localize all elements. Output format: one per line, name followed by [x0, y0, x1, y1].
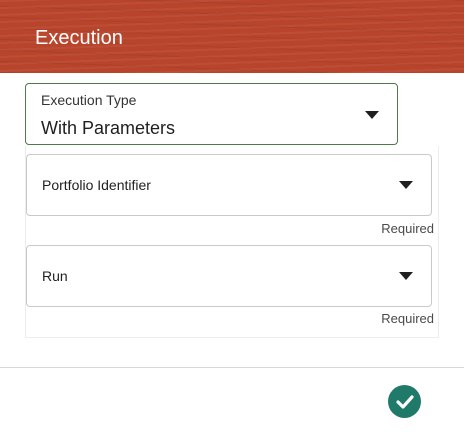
checkmark-icon: [396, 395, 414, 409]
confirm-button[interactable]: [388, 385, 421, 418]
dialog-title: Execution: [35, 27, 123, 49]
chevron-down-icon[interactable]: [399, 181, 413, 189]
run-required-note: Required: [381, 311, 434, 326]
execution-type-value: With Parameters: [41, 118, 176, 138]
chevron-down-icon[interactable]: [399, 272, 413, 280]
run-dropdown[interactable]: Run: [26, 245, 432, 307]
chevron-down-icon[interactable]: [365, 111, 379, 119]
execution-type-label: Execution Type: [41, 92, 137, 108]
footer-divider: [0, 367, 464, 368]
run-label: Run: [42, 268, 68, 284]
dialog-header: Execution: [0, 0, 464, 73]
portfolio-identifier-dropdown[interactable]: Portfolio Identifier: [26, 154, 432, 216]
execution-type-dropdown[interactable]: Execution Type With Parameters: [25, 83, 398, 145]
portfolio-identifier-label: Portfolio Identifier: [42, 177, 151, 193]
portfolio-required-note: Required: [381, 221, 434, 236]
